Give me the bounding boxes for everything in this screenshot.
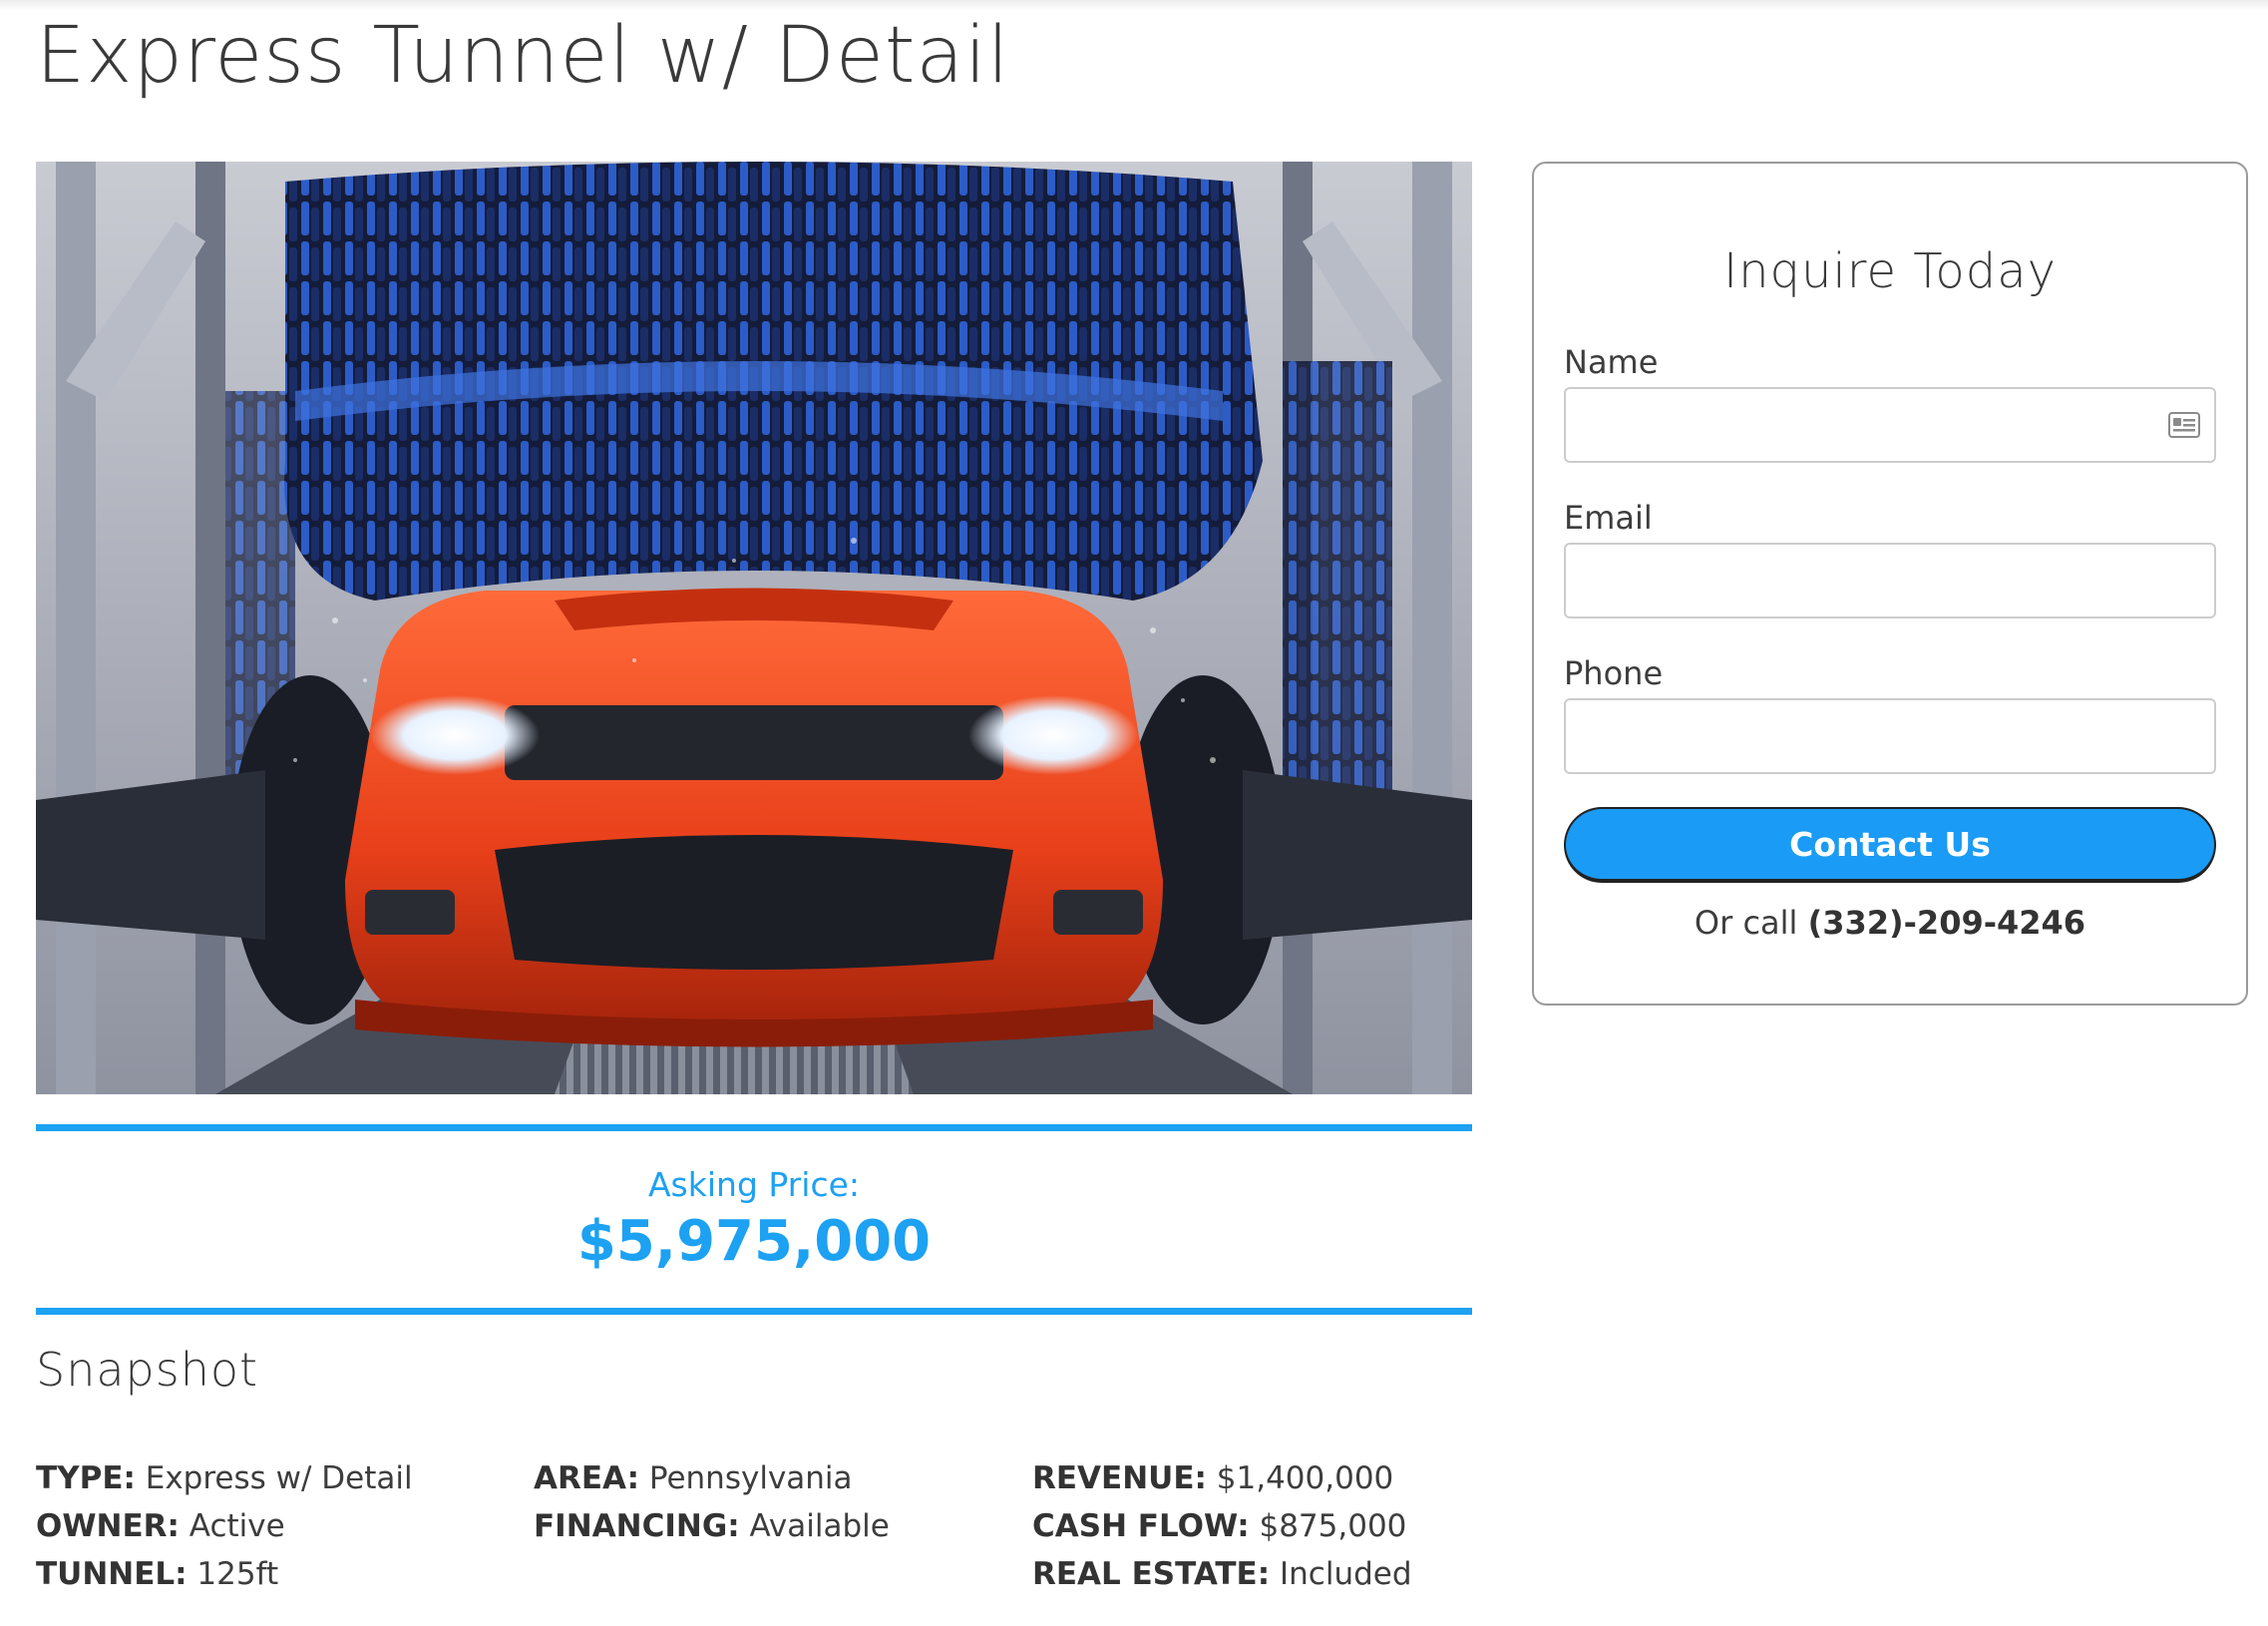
phone-label: Phone [1564, 654, 1664, 692]
snapshot-key: AREA: [534, 1460, 640, 1496]
snapshot-value: Active [189, 1508, 285, 1544]
form-title: Inquire Today [1722, 243, 2058, 299]
email-input[interactable] [1564, 543, 2216, 618]
snapshot-item-cash-flow: CASH FLOW: $875,000 [1032, 1502, 1412, 1550]
page-title: Express Tunnel w/ Detail [36, 11, 1010, 101]
snapshot-key: TUNNEL: [36, 1556, 188, 1592]
snapshot-column-3: REVENUE: $1,400,000 CASH FLOW: $875,000 … [1032, 1454, 1412, 1598]
call-line: Or call (332)-209-4246 [1534, 904, 2246, 942]
snapshot-value: Express w/ Detail [145, 1460, 413, 1496]
email-label: Email [1564, 499, 1653, 537]
snapshot-value: $875,000 [1259, 1508, 1407, 1544]
snapshot-value: 125ft [196, 1556, 279, 1592]
phone-input[interactable] [1564, 698, 2216, 774]
snapshot-value: Included [1280, 1556, 1412, 1592]
snapshot-value: Pennsylvania [648, 1460, 853, 1496]
inquiry-form: Inquire Today Name Email Phone Contact U… [1532, 162, 2248, 1006]
snapshot-item-revenue: REVENUE: $1,400,000 [1032, 1454, 1412, 1502]
hero-image [36, 162, 1472, 1094]
snapshot-key: REAL ESTATE: [1032, 1556, 1271, 1592]
snapshot-item-owner: OWNER: Active [36, 1502, 413, 1550]
snapshot-key: OWNER: [36, 1508, 180, 1544]
snapshot-item-area: AREA: Pennsylvania [534, 1454, 890, 1502]
snapshot-key: CASH FLOW: [1032, 1508, 1250, 1544]
snapshot-item-real-estate: REAL ESTATE: Included [1032, 1550, 1412, 1598]
snapshot-value: $1,400,000 [1216, 1460, 1394, 1496]
snapshot-item-financing: FINANCING: Available [534, 1502, 890, 1550]
phone-number-link[interactable]: (332)-209-4246 [1808, 904, 2085, 942]
contact-us-button[interactable]: Contact Us [1564, 807, 2216, 883]
call-prefix: Or call [1694, 904, 1808, 942]
snapshot-key: REVENUE: [1032, 1460, 1207, 1496]
snapshot-item-type: TYPE: Express w/ Detail [36, 1454, 413, 1502]
price-divider-bottom [36, 1308, 1472, 1315]
snapshot-value: Available [749, 1508, 890, 1544]
snapshot-key: FINANCING: [534, 1508, 740, 1544]
snapshot-key: TYPE: [36, 1460, 136, 1496]
contact-card-icon[interactable] [2168, 412, 2200, 438]
snapshot-item-tunnel: TUNNEL: 125ft [36, 1550, 413, 1598]
asking-price-value: $5,975,000 [576, 1209, 932, 1274]
snapshot-column-2: AREA: Pennsylvania FINANCING: Available [534, 1454, 890, 1550]
name-label: Name [1564, 343, 1659, 381]
price-divider-top [36, 1124, 1472, 1131]
name-input[interactable] [1564, 387, 2216, 463]
snapshot-column-1: TYPE: Express w/ Detail OWNER: Active TU… [36, 1454, 413, 1598]
snapshot-heading: Snapshot [36, 1343, 259, 1397]
asking-price-label: Asking Price: [647, 1165, 861, 1204]
